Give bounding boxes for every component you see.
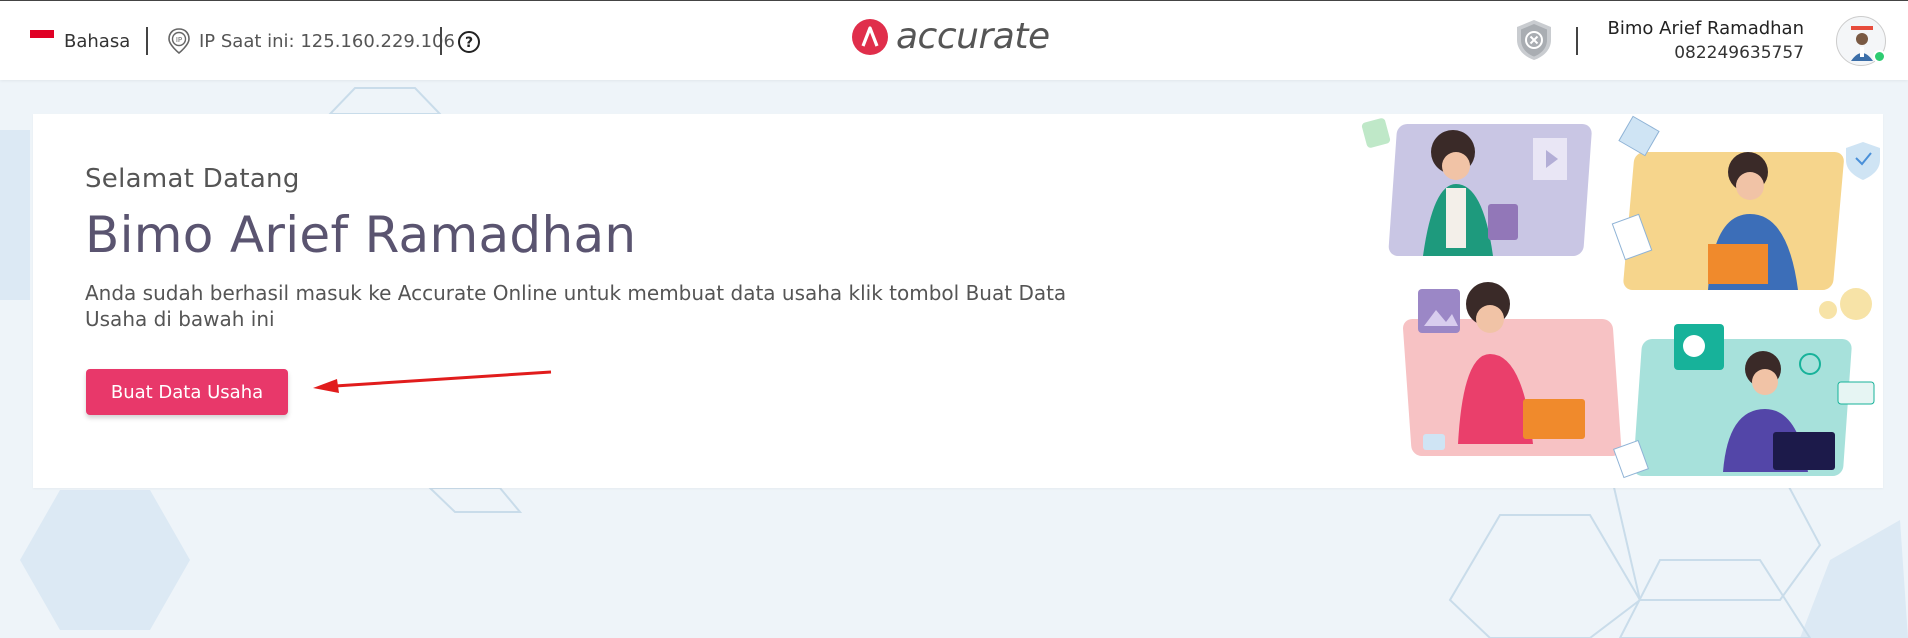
welcome-description: Anda sudah berhasil masuk ke Accurate On… (85, 281, 1067, 331)
divider (1576, 27, 1578, 55)
svg-text:?: ? (465, 35, 473, 51)
help-icon[interactable]: ? (457, 30, 481, 54)
top-bar: Bahasa IP IP Saat ini: 125.160.229.106 ?… (0, 0, 1908, 80)
divider (146, 27, 148, 55)
welcome-card: Selamat Datang Bimo Arief Ramadhan Anda … (33, 114, 1883, 488)
logo-text: accurate (896, 16, 1050, 57)
user-phone: 082249635757 (1674, 43, 1804, 63)
welcome-greeting: Selamat Datang (85, 164, 300, 194)
user-name: Bimo Arief Ramadhan (1607, 18, 1804, 39)
svg-text:IP: IP (176, 36, 182, 44)
ip-icon: IP (168, 28, 190, 54)
team-illustration (1361, 115, 1880, 479)
accurate-logo-icon (852, 18, 888, 55)
welcome-user-name: Bimo Arief Ramadhan (85, 206, 637, 264)
current-ip: IP IP Saat ini: 125.160.229.106 (167, 28, 455, 54)
ip-label: IP Saat ini: 125.160.229.106 (199, 30, 455, 52)
accurate-logo: accurate (852, 16, 1050, 57)
red-arrow (313, 370, 552, 393)
language-selector[interactable]: Bahasa (30, 28, 130, 54)
divider (440, 27, 442, 55)
online-status-dot (1873, 50, 1886, 63)
create-business-data-button[interactable]: Buat Data Usaha (86, 369, 288, 415)
shield-icon[interactable] (1514, 18, 1554, 62)
language-label: Bahasa (64, 30, 131, 52)
indonesia-flag-icon (30, 30, 54, 46)
user-info[interactable]: Bimo Arief Ramadhan 082249635757 (1608, 17, 1804, 65)
